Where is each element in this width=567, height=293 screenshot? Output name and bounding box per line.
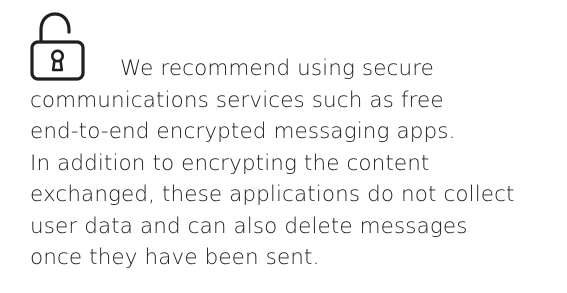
notice-line: communications services such as free <box>30 87 444 113</box>
notice-text: We recommend using secure communications… <box>30 53 530 274</box>
notice-line: We recommend using secure <box>30 53 530 85</box>
notice-line: end-to-end encrypted messaging apps. <box>30 119 456 144</box>
notice-line: once they have been sent. <box>30 245 320 270</box>
notice-line: In addition to encrypting the content <box>30 150 430 176</box>
notice-line: user data and can also delete messages <box>30 213 468 239</box>
notice-line: exchanged, these applications do not col… <box>30 182 515 207</box>
notice-line-text: We recommend using secure <box>120 56 434 81</box>
